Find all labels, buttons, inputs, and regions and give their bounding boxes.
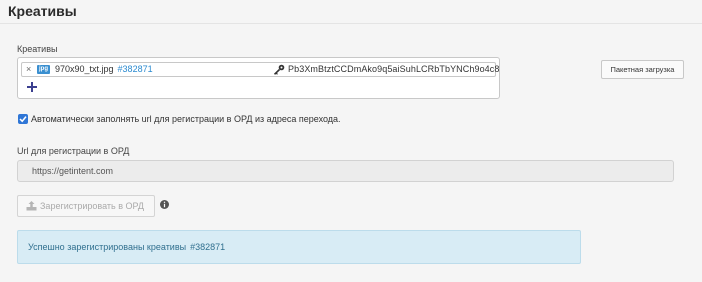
plus-icon[interactable] — [26, 81, 38, 93]
file-type-badge: jpg — [37, 65, 50, 74]
creative-filename-text: 970x90_txt.jpg — [55, 64, 114, 74]
ord-url-input[interactable]: https://getintent.com — [17, 160, 674, 182]
batch-upload-button[interactable]: Пакетная загрузка — [601, 60, 684, 79]
page-title: Креативы — [8, 3, 77, 19]
check-icon — [19, 116, 27, 123]
register-ord-label: Зарегистрировать в ОРД — [40, 201, 145, 211]
creatives-label: Креативы — [17, 44, 58, 54]
success-alert-id: #382871 — [190, 242, 226, 252]
auto-fill-label: Автоматически заполнять url для регистра… — [31, 114, 341, 124]
ord-url-label: Url для регистрации в ОРД — [17, 146, 130, 156]
key-icon — [273, 64, 285, 75]
creative-id-link[interactable]: #382871 — [118, 64, 153, 74]
creative-chip: × jpg 970x90_txt.jpg #382871 Pb3XmBtztCCD… — [21, 62, 499, 77]
page-header: Креативы — [0, 0, 702, 24]
auto-fill-checkbox[interactable] — [18, 114, 28, 124]
success-alert: Успешно зарегистрированы креативы #382871 — [17, 230, 581, 264]
upload-icon — [26, 201, 37, 211]
register-ord-button[interactable]: Зарегистрировать в ОРД — [17, 195, 155, 217]
info-icon[interactable] — [160, 200, 169, 209]
success-alert-text: Успешно зарегистрированы креативы — [28, 242, 187, 252]
creative-filename: 970x90_txt.jpg #382871 — [55, 63, 153, 76]
creatives-field[interactable]: × jpg 970x90_txt.jpg #382871 Pb3XmBtztCCD… — [17, 57, 500, 99]
remove-creative-button[interactable]: × — [26, 63, 31, 76]
creative-token: Pb3XmBtztCCDmAko9q5aiSuhLCRbTbYNCh9o4c8 — [288, 64, 500, 74]
